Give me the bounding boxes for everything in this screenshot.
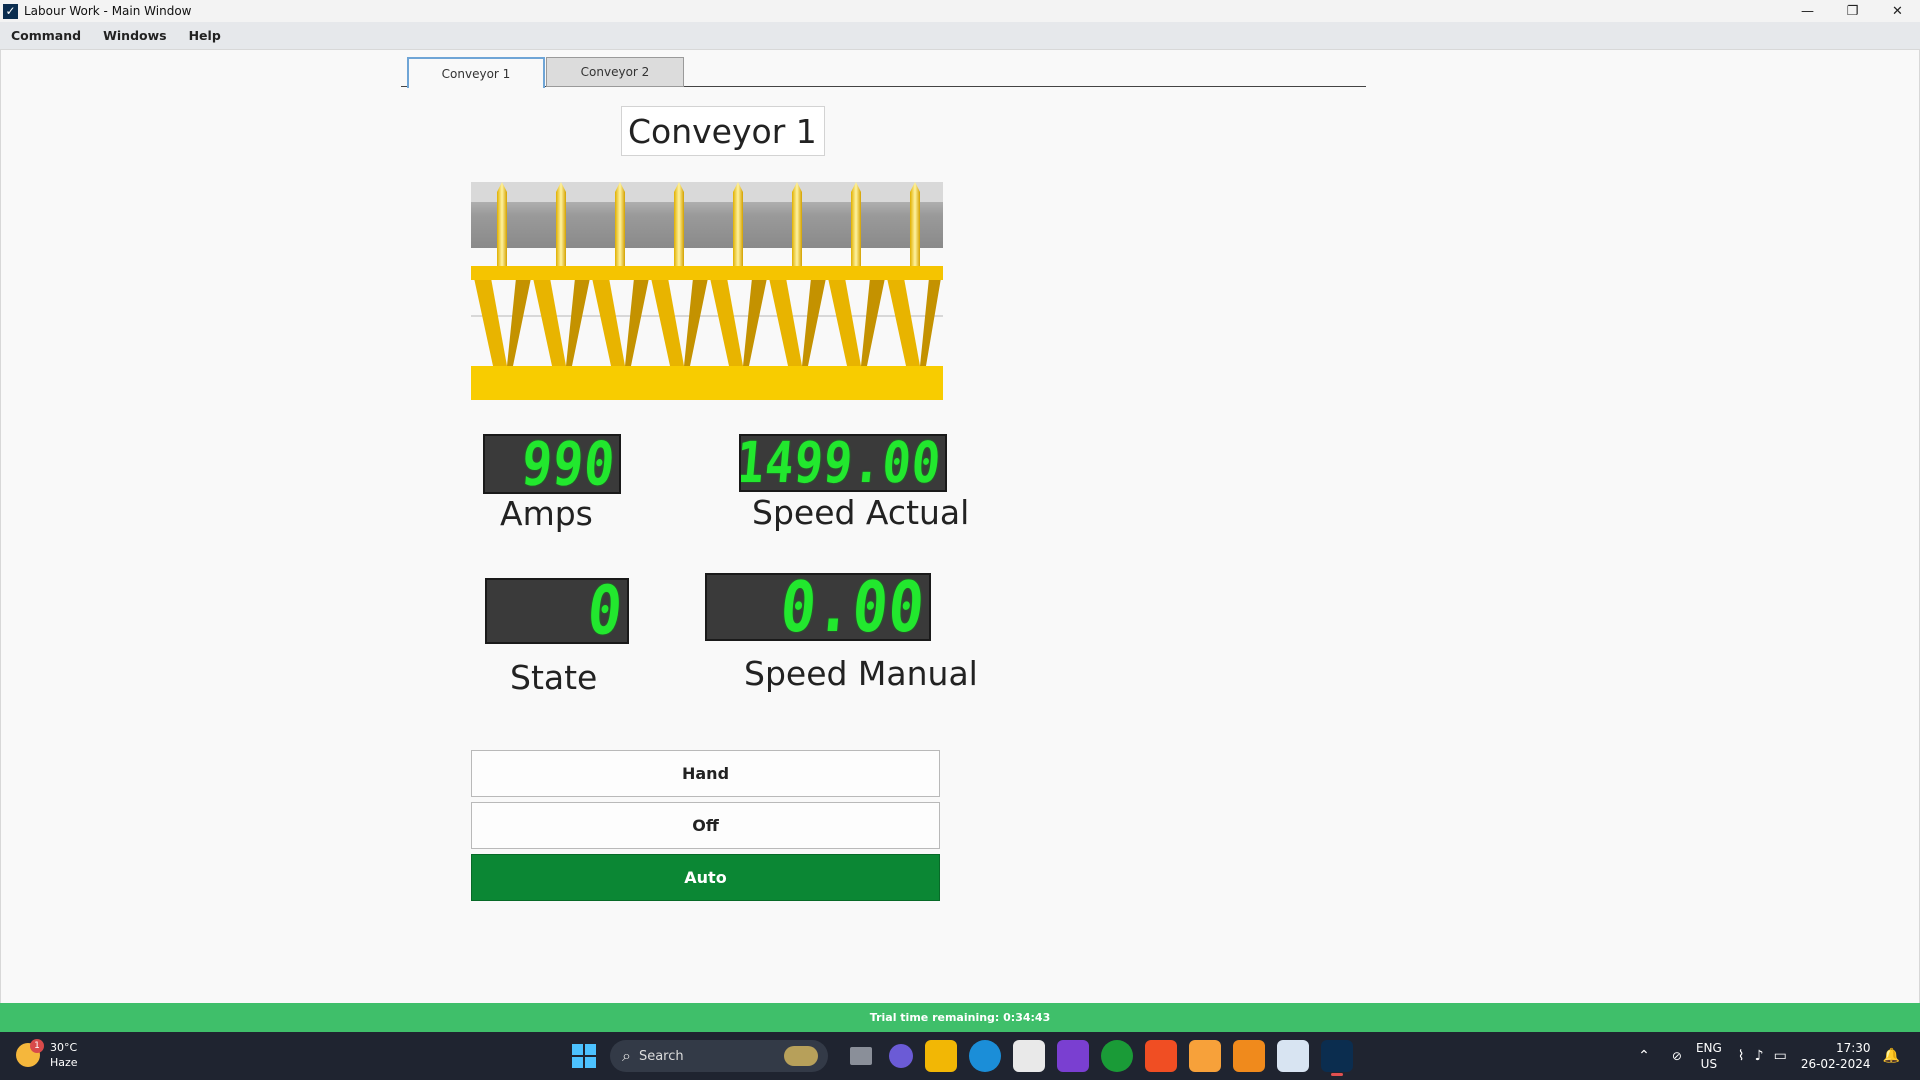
speed-manual-value: 0.00 [777, 573, 929, 641]
main-content: Conveyor 1 Conveyor 2 Conveyor 1 990 Amp… [0, 50, 1920, 1003]
tab-conveyor-2[interactable]: Conveyor 2 [546, 57, 684, 87]
speed-manual-label: Speed Manual [744, 654, 978, 693]
trial-banner: Trial time remaining: 0:34:43 [0, 1003, 1920, 1032]
restore-button[interactable]: ❐ [1830, 0, 1875, 22]
search-highlight-icon [784, 1046, 818, 1066]
off-button[interactable]: Off [471, 802, 940, 849]
window-controls: — ❐ ✕ [1785, 0, 1920, 22]
close-button[interactable]: ✕ [1875, 0, 1920, 22]
amps-value: 990 [518, 434, 619, 494]
taskbar: 1 30°C Haze ⌕ Search ⌃ ⊘ ENG US ⌇ ♪ ▭ 17… [0, 1032, 1920, 1080]
state-display: 0 [485, 578, 629, 644]
weather-temp: 30°C [50, 1041, 78, 1054]
menu-command[interactable]: Command [0, 28, 92, 43]
window-title: Labour Work - Main Window [24, 4, 192, 18]
trial-text: Trial time remaining: 0:34:43 [869, 1011, 1051, 1024]
conveyor-v-struts [474, 278, 941, 366]
speed-manual-display: 0.00 [705, 573, 931, 641]
amps-label: Amps [500, 494, 593, 533]
hand-button[interactable]: Hand [471, 750, 940, 797]
weather-widget[interactable]: 1 30°C Haze [16, 1039, 78, 1070]
state-label: State [510, 658, 598, 697]
system-icons[interactable]: ⌇ ♪ ▭ [1738, 1048, 1787, 1064]
search-placeholder: Search [638, 1048, 684, 1064]
app-orange-light-icon[interactable] [1189, 1040, 1221, 1072]
weather-text: 30°C Haze [50, 1040, 78, 1070]
weather-condition: Haze [50, 1056, 78, 1069]
minimize-button[interactable]: — [1785, 0, 1830, 22]
system-tray: ⌃ ⊘ ENG US ⌇ ♪ ▭ 17:30 26-02-2024 🔔 [1638, 1032, 1900, 1080]
xbox-icon[interactable] [1101, 1040, 1133, 1072]
start-icon [572, 1044, 583, 1055]
tab-conveyor-1[interactable]: Conveyor 1 [407, 57, 545, 88]
app-checkmark-light-icon[interactable] [1277, 1040, 1309, 1072]
taskbar-apps [840, 1040, 1365, 1076]
volume-icon: ♪ [1754, 1048, 1764, 1064]
language-indicator[interactable]: ENG US [1696, 1040, 1722, 1072]
conveyor-illustration [471, 182, 943, 400]
labour-work-app-icon[interactable] [1321, 1040, 1353, 1076]
taskbar-search[interactable]: ⌕ Search [610, 1040, 828, 1072]
speed-actual-value: 1499.00 [739, 434, 944, 492]
weather-icon: 1 [16, 1039, 44, 1067]
notification-bell-icon[interactable]: 🔔 [1883, 1048, 1900, 1064]
lang-region: US [1700, 1057, 1718, 1071]
app-icon: ✓ [3, 3, 18, 19]
store-icon[interactable] [1013, 1040, 1045, 1072]
clock-time: 17:30 [1835, 1041, 1871, 1055]
app-orange-icon[interactable] [1233, 1040, 1265, 1072]
edge-icon[interactable] [969, 1040, 1001, 1072]
amps-display: 990 [483, 434, 621, 494]
clock-date: 26-02-2024 [1800, 1057, 1871, 1071]
auto-button[interactable]: Auto [471, 854, 940, 901]
menu-bar: Command Windows Help [0, 22, 1920, 50]
speed-actual-label: Speed Actual [752, 493, 970, 532]
chevron-up-icon[interactable]: ⌃ [1638, 1048, 1650, 1064]
tab-strip: Conveyor 1 Conveyor 2 [401, 55, 1366, 88]
chat-icon[interactable] [889, 1044, 913, 1068]
app-purple-icon[interactable] [1057, 1040, 1089, 1072]
clock[interactable]: 17:30 26-02-2024 [1801, 1040, 1871, 1072]
brave-icon[interactable] [1145, 1040, 1177, 1072]
network-off-icon[interactable]: ⊘ [1672, 1049, 1682, 1063]
search-icon: ⌕ [622, 1046, 631, 1065]
state-value: 0 [584, 578, 627, 644]
speed-actual-display: 1499.00 [739, 434, 947, 492]
menu-help[interactable]: Help [178, 28, 232, 43]
file-explorer-icon[interactable] [925, 1040, 957, 1072]
task-view-icon[interactable] [850, 1047, 872, 1065]
wifi-icon: ⌇ [1737, 1048, 1745, 1064]
battery-icon: ▭ [1773, 1048, 1787, 1064]
weather-badge: 1 [30, 1039, 44, 1053]
menu-windows[interactable]: Windows [92, 28, 178, 43]
title-bar: ✓ Labour Work - Main Window — ❐ ✕ [0, 0, 1920, 22]
start-button[interactable] [572, 1044, 596, 1068]
conveyor-title: Conveyor 1 [621, 106, 825, 156]
lang-code: ENG [1695, 1041, 1722, 1055]
